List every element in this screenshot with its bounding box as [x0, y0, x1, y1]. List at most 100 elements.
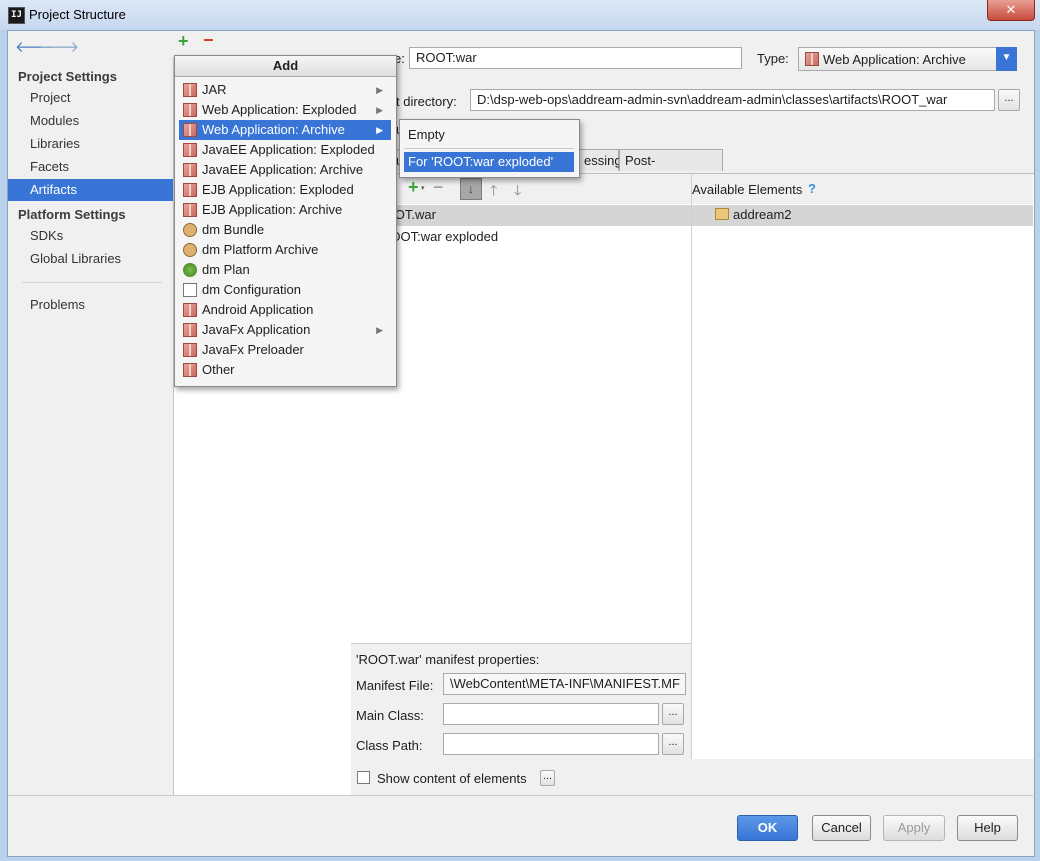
archive-icon — [183, 83, 197, 97]
manifest-panel: 'ROOT.war' manifest properties: Manifest… — [351, 643, 691, 759]
available-element-row[interactable]: addream2 — [692, 205, 1033, 226]
add-menu-item[interactable]: dm Plan — [179, 260, 391, 280]
add-menu-item[interactable]: dm Bundle — [179, 220, 391, 240]
chevron-right-icon: ▶ — [376, 125, 383, 135]
archive-icon — [805, 52, 819, 66]
manifest-title: 'ROOT.war' manifest properties: — [356, 652, 540, 667]
web-archive-submenu: Empty For 'ROOT:war exploded' — [399, 119, 580, 178]
help-button[interactable]: Help — [957, 815, 1018, 841]
add-icon[interactable]: + — [178, 31, 189, 52]
add-menu-item-label: Other — [202, 362, 235, 377]
archive-icon — [183, 343, 197, 357]
submenu-item-for-exploded[interactable]: For 'ROOT:war exploded' — [404, 152, 574, 172]
archive-icon — [183, 183, 197, 197]
archive-icon — [183, 363, 197, 377]
window-title: Project Structure — [29, 7, 126, 22]
cancel-button[interactable]: Cancel — [812, 815, 871, 841]
nav-item-modules[interactable]: Modules — [8, 110, 173, 132]
nav-item-global-libraries[interactable]: Global Libraries — [8, 248, 173, 270]
add-menu-item[interactable]: dm Platform Archive — [179, 240, 391, 260]
tab-pre-processing[interactable]: essing — [578, 149, 622, 171]
manifest-file-field[interactable]: \WebContent\META-INF\MANIFEST.MF — [443, 673, 686, 695]
tab-post-processing[interactable]: Post-processing — [619, 149, 723, 190]
add-menu-item[interactable]: JavaEE Application: Exploded — [179, 140, 391, 160]
add-menu-item[interactable]: JavaFx Application ▶ — [179, 320, 391, 340]
move-up-icon[interactable]: 🡑 — [490, 180, 497, 204]
type-value: Web Application: Archive — [823, 52, 966, 67]
add-menu: Add JAR ▶ Web Application: Exploded ▶ Web Ap… — [174, 55, 397, 387]
add-menu-item-label: JavaEE Application: Archive — [202, 162, 364, 177]
nav-item-facets[interactable]: Facets — [8, 156, 173, 178]
nav-item-sdks[interactable]: SDKs — [8, 225, 173, 247]
class-path-field[interactable] — [443, 733, 659, 755]
archive-icon — [183, 163, 197, 177]
add-menu-item[interactable]: EJB Application: Exploded — [179, 180, 391, 200]
nav-item-problems[interactable]: Problems — [8, 294, 173, 316]
add-menu-item[interactable]: Other — [179, 360, 391, 380]
main-class-field[interactable] — [443, 703, 659, 725]
add-menu-item[interactable]: dm Configuration — [179, 280, 391, 300]
nav-separator — [22, 282, 162, 283]
nav-item-project[interactable]: Project — [8, 87, 173, 109]
available-elements-tree[interactable] — [691, 173, 1034, 759]
project-settings-header: Project Settings — [18, 69, 117, 84]
plan-icon — [183, 263, 197, 277]
show-content-options-button[interactable]: ... — [540, 770, 555, 786]
chevron-right-icon: ▶ — [376, 325, 383, 335]
close-button[interactable]: ✕ — [987, 0, 1035, 21]
name-field[interactable]: ROOT:war — [409, 47, 742, 69]
browse-class-path-button[interactable]: ... — [662, 733, 684, 755]
chevron-down-icon[interactable]: ▼ — [996, 47, 1017, 71]
nav-item-libraries[interactable]: Libraries — [8, 133, 173, 155]
add-menu-item[interactable]: JavaEE Application: Archive — [179, 160, 391, 180]
add-menu-item-label: EJB Application: Archive — [202, 202, 343, 217]
apply-button[interactable]: Apply — [883, 815, 945, 841]
tree-row[interactable]: ROOT:war exploded — [381, 229, 498, 244]
title-bar — [0, 0, 1040, 30]
add-menu-item[interactable]: EJB Application: Archive — [179, 200, 391, 220]
add-menu-item[interactable]: Web Application: Archive ▶ — [179, 120, 391, 140]
settings-nav: 🡐 🡒 Project Settings Project Modules Lib… — [8, 31, 173, 795]
artifact-list-toolbar: + − — [173, 30, 351, 57]
output-directory-field[interactable]: D:\dsp-web-ops\addream-admin-svn\addream… — [470, 89, 995, 111]
archive-icon — [183, 203, 197, 217]
submenu-separator — [404, 148, 574, 149]
archive-icon — [183, 143, 197, 157]
help-icon[interactable]: ? — [808, 181, 816, 196]
main-class-label: Main Class: — [356, 708, 424, 723]
remove-element-icon[interactable]: − — [433, 177, 444, 198]
add-menu-item-label: JavaEE Application: Exploded — [202, 142, 375, 157]
browse-output-button[interactable]: ... — [998, 89, 1020, 111]
forward-arrow-icon[interactable]: 🡒 — [39, 37, 79, 56]
add-menu-item[interactable]: JavaFx Preloader — [179, 340, 391, 360]
add-element-icon[interactable]: + — [408, 177, 419, 198]
nav-item-artifacts[interactable]: Artifacts — [8, 179, 173, 201]
sort-icon[interactable]: ↓ — [460, 178, 482, 200]
add-menu-item[interactable]: Android Application — [179, 300, 391, 320]
output-directory-label: t directory: — [396, 94, 457, 109]
add-menu-item-label: Web Application: Exploded — [202, 102, 357, 117]
browse-main-class-button[interactable]: ... — [662, 703, 684, 725]
module-folder-icon — [715, 208, 729, 220]
chevron-down-icon: ▾ — [421, 185, 425, 192]
add-menu-item-label: Android Application — [202, 302, 314, 317]
add-menu-item-label: dm Configuration — [202, 282, 301, 297]
archive-icon — [183, 103, 197, 117]
move-down-icon[interactable]: 🡓 — [514, 180, 521, 204]
ok-button[interactable]: OK — [737, 815, 798, 841]
add-menu-item-label: dm Plan — [202, 262, 250, 277]
class-path-label: Class Path: — [356, 738, 423, 753]
type-select[interactable]: Web Application: Archive — [798, 47, 1017, 71]
remove-icon[interactable]: − — [203, 30, 214, 51]
add-menu-item-label: JAR — [202, 82, 227, 97]
add-menu-item[interactable]: JAR ▶ — [179, 80, 391, 100]
add-menu-item-label: JavaFx Preloader — [202, 342, 304, 357]
add-menu-item[interactable]: Web Application: Exploded ▶ — [179, 100, 391, 120]
show-content-checkbox[interactable] — [357, 771, 370, 784]
submenu-item-empty[interactable]: Empty — [404, 125, 574, 145]
type-label: Type: — [757, 51, 789, 66]
show-content-label: Show content of elements — [377, 771, 527, 786]
available-element-label: addream2 — [733, 207, 792, 222]
add-menu-item-label: dm Platform Archive — [202, 242, 319, 257]
tree-row[interactable]: .OOT.war — [351, 205, 691, 226]
